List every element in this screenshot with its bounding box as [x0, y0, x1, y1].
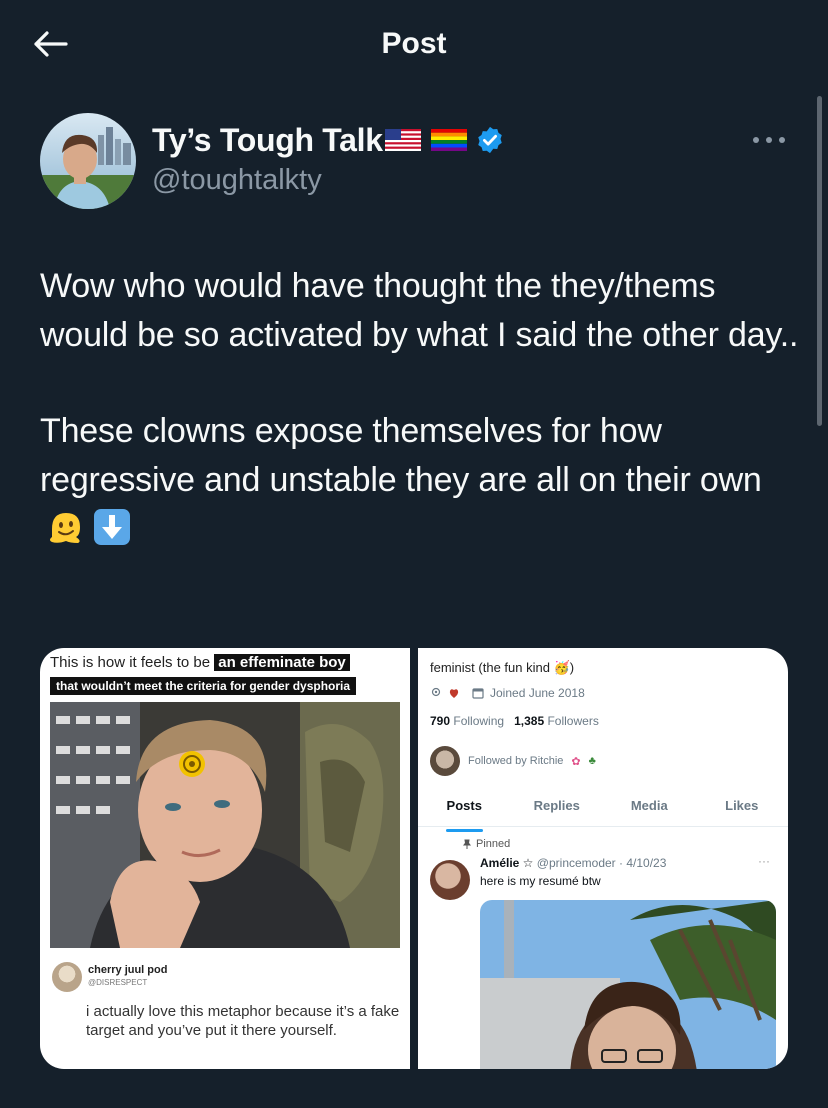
down-arrow-emoji [94, 509, 130, 545]
pinned-post-header: Amélie ☆ @princemoder · 4/10/23 [480, 856, 666, 870]
author-display-name[interactable]: Ty’s Tough Talk [152, 122, 383, 159]
reply-author-name: cherry juul pod [88, 964, 168, 976]
pinned-post-author: Amélie ☆ [480, 856, 534, 870]
profile-tab-likes: Likes [725, 798, 759, 813]
more-options-button[interactable] [748, 122, 790, 158]
followed-by-text: Followed by Ritchie [468, 755, 564, 767]
profile-follow-counts: 790 Following 1,385 Followers [430, 714, 599, 728]
author-name-row: Ty’s Tough Talk [152, 120, 505, 160]
author-avatar[interactable] [40, 113, 136, 209]
us-flag-emoji [384, 129, 421, 151]
meme-caption-line1: This is how it feels to be an effeminate… [50, 654, 350, 671]
meme-photo [50, 702, 400, 948]
cactus-emoji: ♣ [588, 755, 596, 767]
profile-tabs: Posts Replies Media Likes [418, 798, 788, 832]
meme-caption-line2: that wouldn’t meet the criteria for gend… [50, 677, 357, 695]
melting-face-emoji [50, 513, 80, 543]
more-horizontal-icon [753, 137, 785, 143]
followers-count: 1,385 [514, 714, 545, 728]
scrollbar[interactable] [817, 96, 822, 426]
profile-followed-by: Followed by Ritchie ✿ ♣ [430, 746, 596, 776]
media-image-left[interactable]: This is how it feels to be an effeminate… [40, 648, 410, 1069]
reply-text: i actually love this metaphor because it… [86, 1003, 400, 1039]
pinned-post-more-icon: ··· [758, 854, 770, 868]
page-title: Post [381, 27, 447, 60]
verified-badge-icon[interactable] [475, 125, 505, 155]
pinned-post-photo [480, 900, 776, 1069]
post-paragraph-2: These clowns expose themselves for how r… [40, 407, 800, 553]
post-body: Wow who would have thought the they/them… [40, 262, 800, 553]
location-icon [431, 687, 441, 697]
pinned-post-handle-date: @princemoder · 4/10/23 [536, 856, 667, 870]
calendar-icon [472, 688, 484, 699]
profile-meta: Joined June 2018 [430, 686, 585, 700]
profile-tab-media: Media [630, 798, 668, 813]
profile-joined-date: Joined June 2018 [490, 686, 585, 700]
post-media-grid: This is how it feels to be an effeminate… [40, 648, 788, 1069]
avatar-photo [40, 113, 136, 209]
top-bar: Post [0, 0, 828, 88]
media-divider [410, 648, 418, 1069]
post-paragraph-2-text: These clowns expose themselves for how r… [40, 412, 762, 499]
followers-label: Followers [547, 714, 599, 728]
profile-tabs-divider [418, 826, 788, 827]
pinned-text: Pinned [476, 838, 511, 850]
reply-avatar [52, 962, 82, 992]
reply-author-handle: @DISRESPECT [88, 978, 148, 987]
following-label: Following [453, 714, 505, 728]
profile-tab-replies: Replies [533, 798, 580, 813]
post-paragraph-1: Wow who would have thought the they/them… [40, 267, 799, 354]
meme-caption-highlight: an effeminate boy [214, 654, 350, 671]
pinned-post-avatar [430, 860, 470, 900]
meme-caption-text: This is how it feels to be [50, 654, 211, 671]
anatomical-heart-emoji [449, 689, 459, 698]
following-count: 790 [430, 714, 451, 728]
meme-caption: This is how it feels to be an effeminate… [48, 652, 402, 700]
media-image-right[interactable]: feminist (the fun kind 🥳) Joined June 20… [418, 648, 788, 1069]
profile-bio: feminist (the fun kind 🥳) [430, 660, 575, 675]
follower-avatar [430, 746, 460, 776]
pinned-label: Pinned [462, 838, 510, 850]
pin-icon [463, 839, 471, 849]
rainbow-flag-emoji [430, 129, 467, 151]
flower-emoji: ✿ [571, 755, 581, 768]
pinned-post-text: here is my resumé btw [480, 874, 601, 888]
author-handle[interactable]: @toughtalkty [152, 164, 322, 197]
profile-tab-posts: Posts [418, 798, 511, 832]
